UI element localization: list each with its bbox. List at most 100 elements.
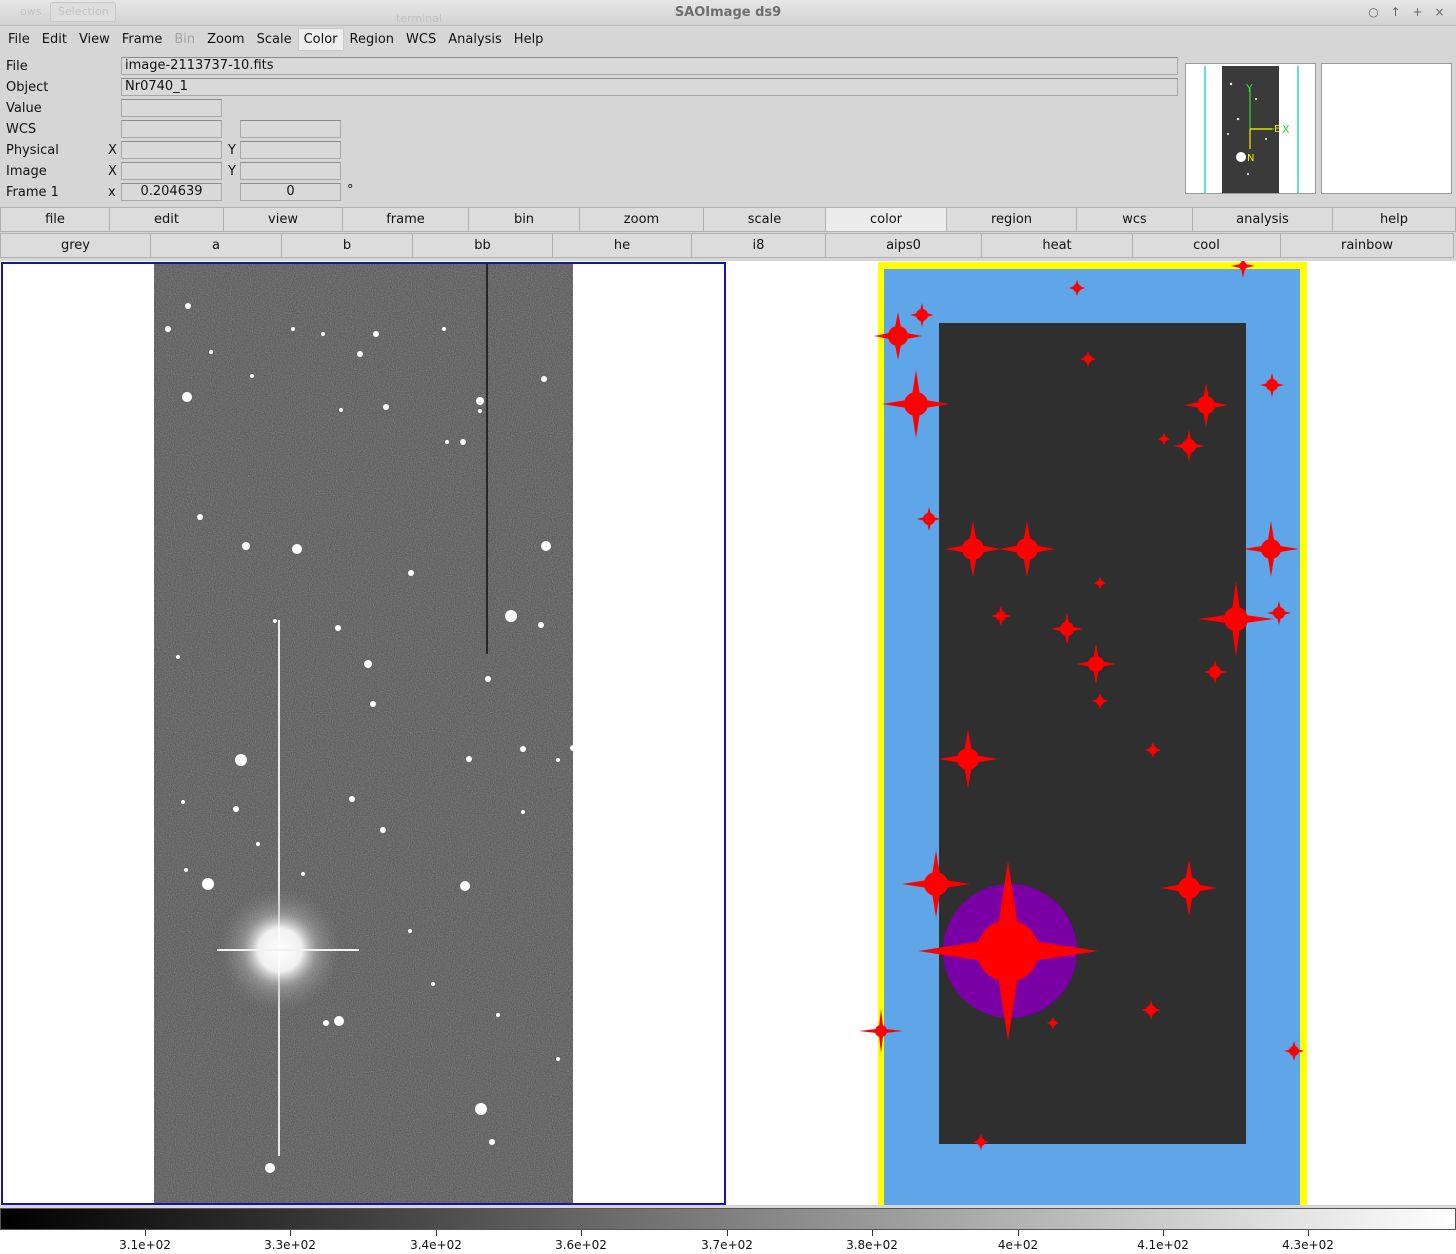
btn-frame[interactable]: frame (342, 207, 469, 232)
star (373, 331, 379, 337)
menu-bin[interactable]: Bin (168, 28, 201, 51)
star (489, 1139, 495, 1145)
colorbar-tick-label: 3.3e+02 (264, 1238, 316, 1252)
colorbar-tick (727, 1230, 728, 1236)
minimize-icon[interactable]: ○ (1367, 4, 1380, 20)
star (520, 746, 526, 752)
star (184, 868, 188, 872)
star (209, 350, 213, 354)
menu-zoom[interactable]: Zoom (201, 28, 250, 51)
star (197, 514, 203, 520)
physical-label: Physical (6, 143, 59, 158)
colorbar-gradient (0, 1208, 1456, 1230)
star (265, 1163, 275, 1173)
wcs-field-2 (240, 120, 341, 138)
btn-cmap-a[interactable]: a (150, 233, 282, 258)
star (292, 544, 302, 554)
frames-area (0, 261, 1456, 1205)
star (364, 660, 372, 668)
colorbar-tick-label: 3.6e+02 (555, 1238, 607, 1252)
menu-help[interactable]: Help (508, 28, 550, 51)
compass-e-label: E (1274, 124, 1280, 135)
star (383, 404, 389, 410)
star (476, 397, 484, 405)
menu-analysis[interactable]: Analysis (442, 28, 508, 51)
star (408, 929, 412, 933)
frame-2[interactable] (728, 261, 1456, 1205)
menu-view[interactable]: View (73, 28, 116, 51)
button-bar: file edit view frame bin zoom scale colo… (0, 207, 1456, 233)
star (556, 758, 560, 762)
compass-n-label: N (1247, 153, 1254, 164)
colorbar-tick-label: 4.1e+02 (1137, 1238, 1189, 1252)
star (570, 745, 576, 751)
menu-edit[interactable]: Edit (36, 28, 73, 51)
star (380, 827, 386, 833)
star (321, 332, 325, 336)
compass-y-label: Y (1245, 82, 1253, 95)
close-icon[interactable]: × (1433, 4, 1446, 20)
shade-icon[interactable]: ↑ (1389, 4, 1402, 20)
colorbar-tick (1163, 1230, 1164, 1236)
btn-region[interactable]: region (946, 207, 1077, 232)
wcs-field-1 (121, 120, 222, 138)
magnifier (1321, 63, 1452, 194)
physical-y-field (240, 141, 341, 159)
star (496, 1013, 500, 1017)
star (408, 570, 414, 576)
star (185, 303, 191, 309)
star (442, 327, 446, 331)
star (334, 1016, 344, 1026)
menu-file[interactable]: File (2, 28, 36, 51)
menu-frame[interactable]: Frame (116, 28, 169, 51)
btn-cmap-b[interactable]: b (281, 233, 413, 258)
menu-region[interactable]: Region (344, 28, 401, 51)
btn-cmap-bb[interactable]: bb (412, 233, 553, 258)
image-y-field (240, 162, 341, 180)
btn-cmap-grey[interactable]: grey (0, 233, 151, 258)
btn-cmap-rainbow[interactable]: rainbow (1280, 233, 1454, 258)
star (475, 1103, 487, 1115)
star (431, 982, 435, 986)
image-x-label: X (108, 164, 117, 179)
menu-wcs[interactable]: WCS (400, 28, 442, 51)
star (485, 676, 491, 682)
file-field: image-2113737-10.fits (121, 57, 1178, 75)
panner[interactable]: X Y N E (1185, 63, 1316, 194)
btn-scale[interactable]: scale (703, 207, 826, 232)
star (256, 842, 260, 846)
star (242, 542, 250, 550)
star (556, 1057, 560, 1061)
frame-label: Frame 1 (6, 185, 59, 200)
star (466, 756, 472, 762)
btn-cmap-aips0[interactable]: aips0 (825, 233, 982, 258)
physical-y-label: Y (228, 143, 236, 158)
colorbar-tick-label: 3.8e+02 (846, 1238, 898, 1252)
panner-thumbnail: X Y N E (1204, 66, 1299, 193)
maximize-icon[interactable]: + (1411, 4, 1424, 20)
btn-bin[interactable]: bin (468, 207, 580, 232)
menu-color[interactable]: Color (297, 27, 344, 51)
star (181, 800, 185, 804)
window-controls: ○ ↑ + × (1367, 4, 1446, 20)
btn-analysis[interactable]: analysis (1192, 207, 1333, 232)
btn-cmap-heat[interactable]: heat (981, 233, 1133, 258)
colorbar-tick (145, 1230, 146, 1236)
image-y-label: Y (228, 164, 236, 179)
sky-noise (154, 264, 573, 1203)
star (202, 878, 214, 890)
btn-zoom[interactable]: zoom (579, 207, 704, 232)
btn-cmap-i8[interactable]: i8 (691, 233, 826, 258)
btn-edit[interactable]: edit (109, 207, 224, 232)
btn-wcs[interactable]: wcs (1076, 207, 1193, 232)
btn-color[interactable]: color (825, 207, 947, 232)
btn-view[interactable]: view (223, 207, 343, 232)
btn-help[interactable]: help (1332, 207, 1456, 232)
star (460, 881, 470, 891)
btn-file[interactable]: file (0, 207, 110, 232)
menu-scale[interactable]: Scale (251, 28, 298, 51)
colormap-button-bar: grey a b bb he i8 aips0 heat cool rainbo… (0, 233, 1456, 259)
frame-1[interactable] (1, 262, 726, 1205)
btn-cmap-cool[interactable]: cool (1132, 233, 1281, 258)
btn-cmap-he[interactable]: he (552, 233, 692, 258)
